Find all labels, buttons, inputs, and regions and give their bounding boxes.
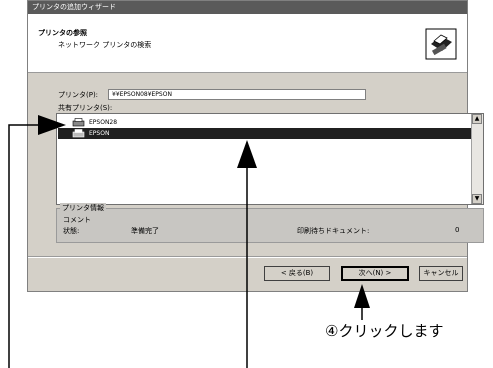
left-callout-arrowhead bbox=[38, 115, 66, 135]
next-callout-arrowhead bbox=[354, 284, 370, 308]
middle-callout-arrowhead bbox=[237, 140, 257, 168]
left-callout-line bbox=[8, 124, 42, 368]
callout-arrows bbox=[8, 115, 370, 368]
click-annotation: ④クリックします bbox=[325, 322, 444, 340]
